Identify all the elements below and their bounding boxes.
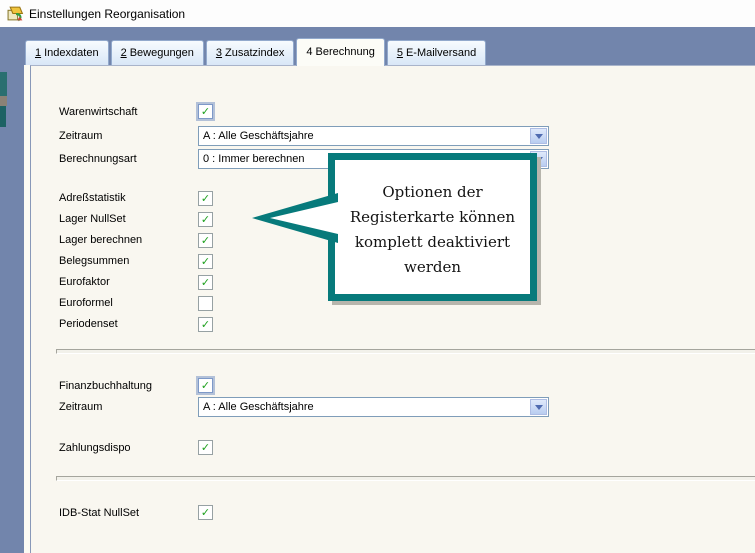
warenwirtschaft-checkbox[interactable]: ✓ [198,104,213,119]
tab-mnemonic: 2 [121,47,127,59]
tab-label: Bewegungen [130,47,194,59]
checkmark-icon: ✓ [201,192,210,205]
zeitraum-combobox[interactable]: A : Alle Geschäftsjahre [198,126,549,146]
zeitraum2-label: Zeitraum [59,401,102,413]
adressstatistik-checkbox[interactable]: ✓ [198,191,213,206]
zahlungsdispo-label: Zahlungsdispo [59,442,131,454]
left-margin-strip [0,65,24,553]
callout-arrow-icon [248,192,338,244]
berechnungsart-value: 0 : Immer berechnen [203,153,305,165]
lager-nullset-checkbox[interactable]: ✓ [198,212,213,227]
checkmark-icon: ✓ [201,318,210,331]
zeitraum-value: A : Alle Geschäftsjahre [203,130,314,142]
periodenset-checkbox[interactable]: ✓ [198,317,213,332]
dropdown-button[interactable] [530,399,547,415]
belegsummen-checkbox[interactable]: ✓ [198,254,213,269]
separator [56,349,755,354]
window-titlebar: Einstellungen Reorganisation [0,0,755,27]
annotation-line: Registerkarte können [335,205,530,230]
annotation-text: Optionen der Registerkarte können komple… [335,160,530,280]
tab-label: E-Mailversand [406,47,476,59]
eurofaktor-checkbox[interactable]: ✓ [198,275,213,290]
left-edge-artifact [0,72,7,96]
tab-zusatzindex[interactable]: 3Zusatzindex [206,40,294,65]
tab-label: Zusatzindex [225,47,284,59]
berechnungsart-label: Berechnungsart [59,153,137,165]
periodenset-label: Periodenset [59,318,118,330]
zeitraum-label: Zeitraum [59,130,102,142]
checkmark-icon: ✓ [201,105,210,118]
tab-mnemonic: 4 [306,46,312,58]
tab-strip: 1Indexdaten 2Bewegungen 3Zusatzindex 4Be… [25,38,488,66]
tab-indexdaten[interactable]: 1Indexdaten [25,40,109,65]
checkmark-icon: ✓ [201,441,210,454]
chevron-down-icon [535,405,543,410]
tab-mnemonic: 1 [35,47,41,59]
separator [56,476,755,481]
checkmark-icon: ✓ [201,379,210,392]
left-edge-artifact [0,96,7,106]
zeitraum2-value: A : Alle Geschäftsjahre [203,401,314,413]
lager-berechnen-label: Lager berechnen [59,234,142,246]
checkmark-icon: ✓ [201,234,210,247]
tab-label: Indexdaten [44,47,98,59]
dropdown-button[interactable] [530,128,547,144]
adressstatistik-label: Adreßstatistik [59,192,126,204]
zeitraum2-combobox[interactable]: A : Alle Geschäftsjahre [198,397,549,417]
tab-label: Berechnung [315,46,374,58]
idb-stat-nullset-checkbox[interactable]: ✓ [198,505,213,520]
annotation-line: werden [335,255,530,280]
checkmark-icon: ✓ [201,213,210,226]
tab-page-berechnung: Warenwirtschaft ✓ Zeitraum A : Alle Gesc… [30,65,755,553]
idb-stat-nullset-label: IDB-Stat NullSet [59,507,139,519]
finanzbuchhaltung-checkbox[interactable]: ✓ [198,378,213,393]
checkmark-icon: ✓ [201,506,210,519]
zahlungsdispo-checkbox[interactable]: ✓ [198,440,213,455]
tab-mnemonic: 5 [397,47,403,59]
eurofaktor-label: Eurofaktor [59,276,110,288]
warenwirtschaft-label: Warenwirtschaft [59,106,137,118]
annotation-line: Optionen der [335,180,530,205]
lager-nullset-label: Lager NullSet [59,213,126,225]
window-title: Einstellungen Reorganisation [29,7,185,21]
tab-berechnung[interactable]: 4Berechnung [296,38,384,66]
tab-bewegungen[interactable]: 2Bewegungen [111,40,204,65]
belegsummen-label: Belegsummen [59,255,129,267]
tab-e-mailversand[interactable]: 5E-Mailversand [387,40,486,65]
app-icon [7,5,24,22]
tab-mnemonic: 3 [216,47,222,59]
finanzbuchhaltung-label: Finanzbuchhaltung [59,380,152,392]
lager-berechnen-checkbox[interactable]: ✓ [198,233,213,248]
chevron-down-icon [535,134,543,139]
left-edge-artifact [0,106,6,127]
euroformel-checkbox[interactable] [198,296,213,311]
euroformel-label: Euroformel [59,297,113,309]
checkmark-icon: ✓ [201,276,210,289]
checkmark-icon: ✓ [201,255,210,268]
annotation-callout: Optionen der Registerkarte können komple… [328,153,537,301]
annotation-line: komplett deaktiviert [335,230,530,255]
